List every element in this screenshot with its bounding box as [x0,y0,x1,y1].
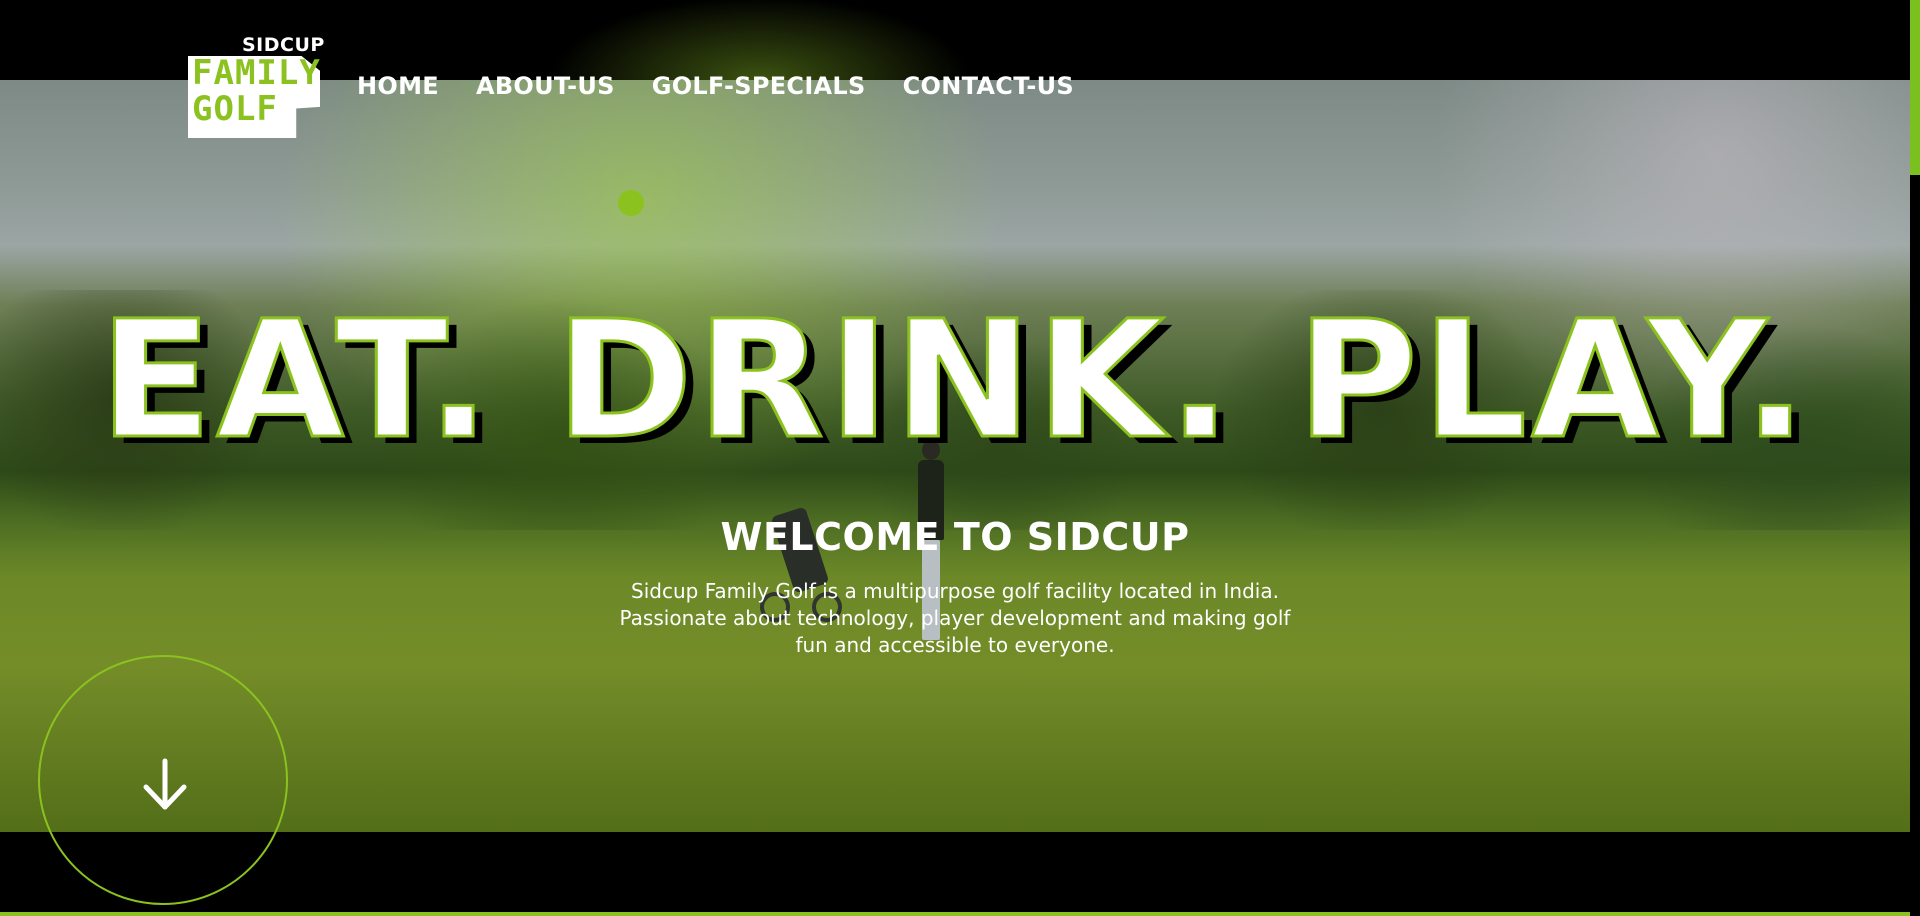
description-line-2: Passionate about technology, player deve… [619,606,1291,630]
description-line-1: Sidcup Family Golf is a multipurpose gol… [631,579,1279,603]
welcome-heading: WELCOME TO SIDCUP [720,515,1190,559]
hero-headline: EAT. DRINK. PLAY. [98,287,1811,475]
description-line-3: fun and accessible to everyone. [795,633,1115,657]
decorative-dot [618,190,644,216]
nav-home[interactable]: HOME [357,72,439,100]
nav-about-us[interactable]: ABOUT-US [476,72,615,100]
hero-description: Sidcup Family Golf is a multipurpose gol… [565,578,1345,659]
site-logo[interactable]: SIDCUP FAMILY GOLF [186,32,324,138]
arrow-down-icon [143,758,187,810]
nav-contact-us[interactable]: CONTACT-US [903,72,1074,100]
logo-golf-text: GOLF [192,89,278,129]
scrollbar-thumb[interactable] [1910,0,1920,175]
bottom-accent-line [0,912,1910,916]
scroll-down-button[interactable] [38,655,288,905]
nav-golf-specials[interactable]: GOLF-SPECIALS [652,72,866,100]
main-nav: HOME ABOUT-US GOLF-SPECIALS CONTACT-US [357,72,1074,100]
logo-family-text: FAMILY [192,53,321,93]
